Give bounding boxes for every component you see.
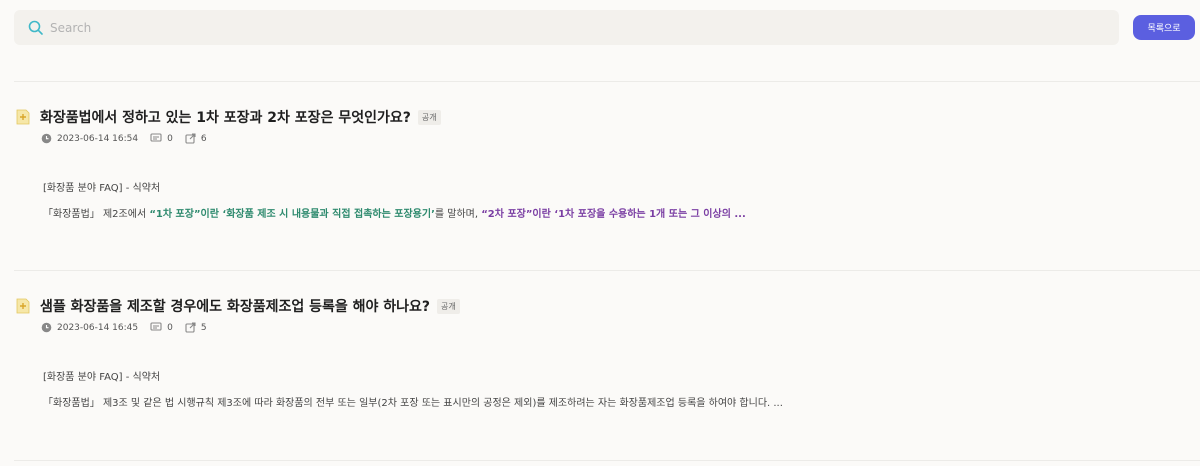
share-icon [185, 133, 196, 144]
divider [14, 81, 1200, 82]
document-icon [16, 109, 30, 125]
post-date: 2023-06-14 16:54 [57, 133, 139, 144]
comment-count: 0 [167, 322, 173, 333]
post-meta: 2023-06-14 16:54 0 6 [41, 133, 219, 144]
comment-count: 0 [167, 133, 173, 144]
post-title[interactable]: 샘플 화장품을 제조할 경우에도 화장품제조업 등록을 해야 하나요? [40, 296, 430, 316]
post-source: [화장품 분야 FAQ] - 식약처 [43, 372, 161, 383]
search-input[interactable] [50, 20, 1050, 35]
visibility-badge: 공개 [417, 109, 441, 125]
post-source: [화장품 분야 FAQ] - 식약처 [43, 183, 161, 194]
clock-icon [41, 322, 52, 333]
top-bar: 목록으로 [14, 10, 1196, 46]
post-excerpt: 「화장품법」 제3조 및 같은 법 시행규칙 제3조에 따라 화장품의 전부 또… [43, 398, 783, 409]
comment-icon [150, 322, 162, 331]
back-to-list-button[interactable]: 목록으로 [1133, 15, 1195, 40]
post-date: 2023-06-14 16:45 [57, 322, 139, 333]
divider [14, 270, 1200, 271]
divider [14, 460, 1200, 461]
share-count: 6 [200, 133, 207, 144]
post-title[interactable]: 화장품법에서 정하고 있는 1차 포장과 2차 포장은 무엇인가요? [40, 107, 411, 127]
post-excerpt: 「화장품법」 제2조에서 “1차 포장”이란 ‘화장품 제조 시 내용물과 직접… [43, 209, 746, 220]
share-count: 5 [200, 322, 207, 333]
document-icon [16, 298, 30, 314]
comment-icon [150, 133, 162, 142]
search-icon [28, 20, 44, 36]
visibility-badge: 공개 [437, 298, 460, 314]
share-icon [185, 322, 196, 333]
clock-icon [41, 133, 52, 144]
post-meta: 2023-06-14 16:45 0 5 [41, 322, 219, 333]
search-box[interactable] [14, 10, 1119, 45]
